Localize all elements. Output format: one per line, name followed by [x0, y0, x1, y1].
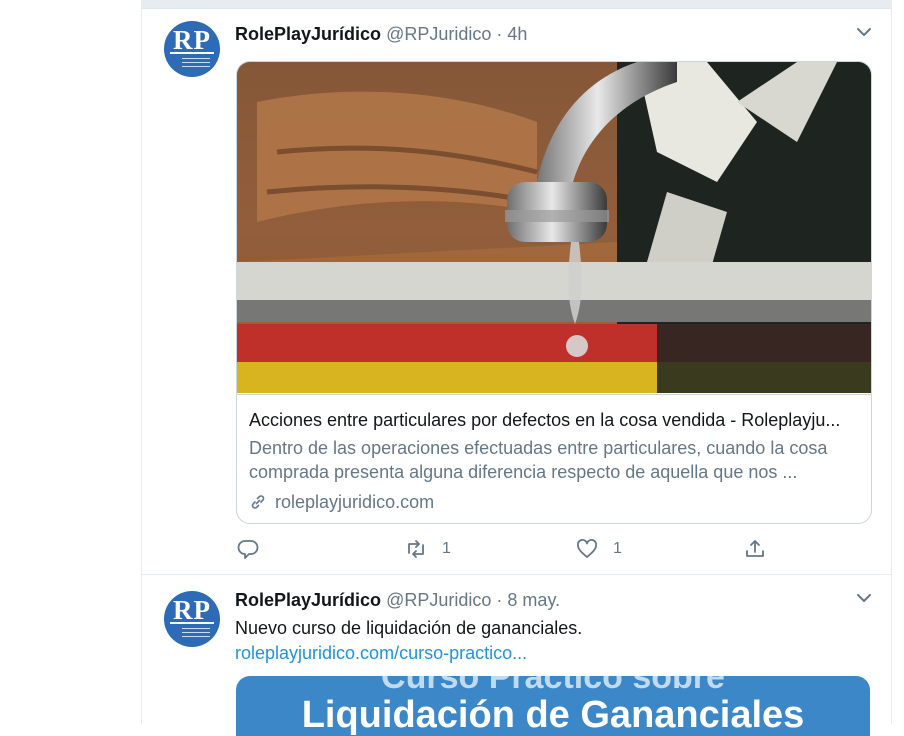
- avatar-logo-fineprint: [182, 636, 210, 637]
- avatar[interactable]: RP: [164, 591, 220, 647]
- card-domain[interactable]: roleplayjuridico.com: [249, 490, 434, 514]
- card-body: Acciones entre particulares por defectos…: [237, 394, 871, 523]
- tweet-actions: 1 1: [236, 537, 870, 561]
- avatar-logo-fineprint: [182, 632, 210, 633]
- avatar[interactable]: RP: [164, 21, 220, 77]
- tweet-header: RolePlayJurídico @RPJuridico · 8 may.: [235, 589, 560, 611]
- author-handle[interactable]: @RPJuridico: [386, 590, 491, 610]
- avatar-logo-fineprint: [182, 62, 210, 63]
- link-card[interactable]: Acciones entre particulares por defectos…: [236, 61, 872, 524]
- card-description: Dentro de las operaciones efectuadas ent…: [249, 438, 828, 482]
- tweet-text: Nuevo curso de liquidación de gananciale…: [235, 618, 583, 638]
- chevron-down-icon[interactable]: [855, 589, 873, 607]
- avatar-logo-bar: [170, 52, 214, 54]
- media-image[interactable]: Curso Práctico sobre Liquidación de Gana…: [236, 676, 870, 736]
- reply-icon: [237, 540, 259, 559]
- link-icon: [251, 495, 265, 509]
- avatar-logo-fineprint: [182, 66, 210, 67]
- tweet[interactable]: RP RolePlayJurídico @RPJuridico · 8 may.…: [142, 575, 891, 736]
- retweet-count: 1: [442, 540, 451, 557]
- card-image: [237, 62, 871, 393]
- timeline-top-divider: [142, 0, 891, 9]
- share-button[interactable]: [743, 537, 767, 561]
- like-count: 1: [613, 540, 622, 557]
- heart-icon: [577, 539, 597, 558]
- retweet-icon: [408, 540, 424, 558]
- tweet-timestamp[interactable]: 4h: [507, 24, 527, 44]
- media-text-line2: Liquidación de Gananciales: [301, 694, 805, 736]
- retweet-button[interactable]: 1: [404, 537, 451, 561]
- avatar-logo-fineprint: [182, 628, 210, 629]
- reply-button[interactable]: [236, 537, 274, 561]
- tweet-timestamp[interactable]: 8 may.: [507, 590, 560, 610]
- author-name[interactable]: RolePlayJurídico: [235, 24, 381, 44]
- tweet[interactable]: RP RolePlayJurídico @RPJuridico · 4h Acc…: [142, 9, 891, 575]
- share-icon: [746, 540, 764, 557]
- author-handle[interactable]: @RPJuridico: [386, 24, 491, 44]
- avatar-logo-bar: [170, 622, 214, 624]
- timeline: RP RolePlayJurídico @RPJuridico · 4h Acc…: [141, 0, 892, 736]
- tweet-header: RolePlayJurídico @RPJuridico · 4h: [235, 23, 527, 45]
- tweet-link[interactable]: roleplayjuridico.com/curso-practico...: [235, 641, 527, 666]
- separator-dot: ·: [496, 590, 503, 610]
- card-title[interactable]: Acciones entre particulares por defectos…: [249, 408, 861, 432]
- avatar-logo-fineprint: [182, 58, 210, 59]
- chevron-down-icon[interactable]: [855, 23, 873, 41]
- card-domain-text: roleplayjuridico.com: [275, 492, 435, 512]
- author-name[interactable]: RolePlayJurídico: [235, 590, 381, 610]
- separator-dot: ·: [496, 24, 503, 44]
- like-button[interactable]: 1: [575, 537, 622, 561]
